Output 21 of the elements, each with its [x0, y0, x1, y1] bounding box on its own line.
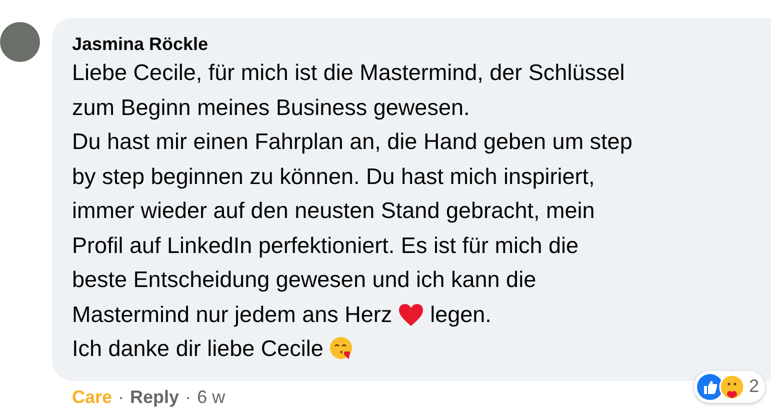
heart-icon: [398, 302, 424, 326]
comment-text: Profil auf LinkedIn perfektioniert. Es ist für mich die: [72, 232, 578, 258]
comment-text: zum Beginn meines Business gewesen.: [72, 94, 470, 120]
separator-dot: ·: [185, 386, 192, 408]
comment-text: Liebe Cecile, für mich ist die Mastermind, der Schlüssel: [72, 60, 625, 85]
reaction-count: 2: [748, 376, 759, 397]
comment-text: immer wieder auf den neusten Stand gebracht, mein: [72, 198, 595, 223]
action-link[interactable]: Reply: [130, 386, 180, 408]
comment-text: Mastermind nur jedem ans Herz: [72, 302, 392, 326]
comment-text: beste Entscheidung gewesen und ich kann die: [72, 267, 536, 292]
comment-text: legen.: [430, 302, 492, 326]
thumbs-up-icon: [696, 374, 723, 400]
avatar[interactable]: [0, 22, 40, 62]
reaction-summary[interactable]: 2: [694, 370, 765, 402]
hugging-face-icon: [718, 374, 745, 400]
comment-text: Ich danke dir liebe Cecile: [72, 336, 324, 361]
separator-dot: ·: [118, 386, 124, 408]
comment-age[interactable]: 6 w: [197, 386, 226, 408]
comment-text: by step beginnen zu können. Du hast mich inspiriert,: [72, 164, 595, 188]
author-name[interactable]: Jasmina Röckle: [72, 32, 763, 56]
comment-text: Du hast mir einen Fahrplan an, die Hand geben um step: [72, 129, 632, 154]
